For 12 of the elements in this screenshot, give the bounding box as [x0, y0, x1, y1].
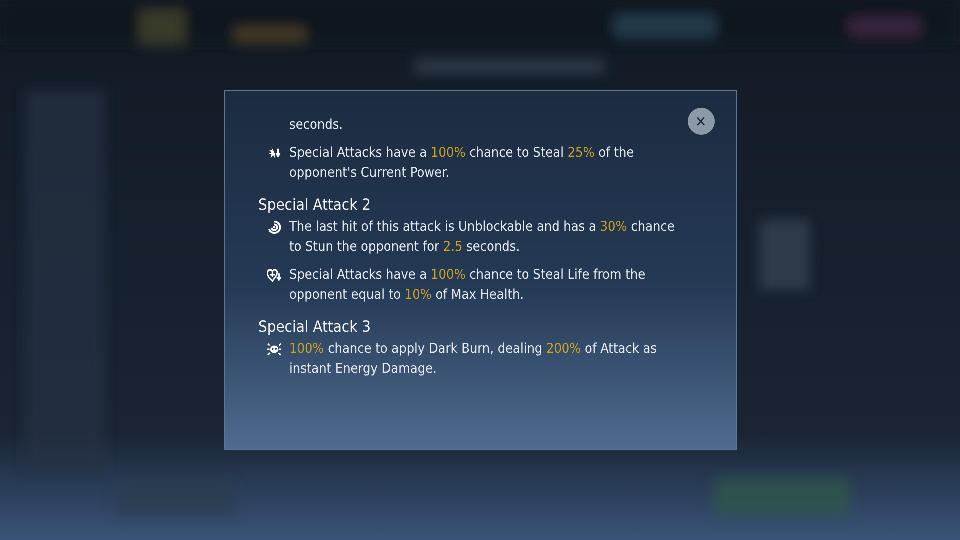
creature-icon [266, 342, 282, 357]
swirl-icon [266, 220, 282, 235]
effect-text: Special Attacks have a 100% chance to Steal 25% of the opponent's Current Power. [290, 144, 636, 183]
effect-text: The last hit of this attack is Unblockable and has a 30% chance to Stun the opponent for 2.5 seconds. [290, 218, 676, 257]
section-heading: Special Attack 2 [258, 195, 371, 215]
section-heading: Special Attack 3 [258, 317, 371, 337]
heart-plus-icon [266, 268, 282, 283]
burst-icon [266, 146, 282, 161]
effect-text: seconds. [290, 116, 344, 135]
effect-text: Special Attacks have a 100% chance to Steal Life from the opponent equal to 10% of Max Health. [290, 266, 647, 305]
close-button[interactable]: ✕ [688, 108, 714, 135]
effect-text: 100% chance to apply Dark Burn, dealing 200% of Attack as instant Energy Damage. [290, 340, 658, 379]
